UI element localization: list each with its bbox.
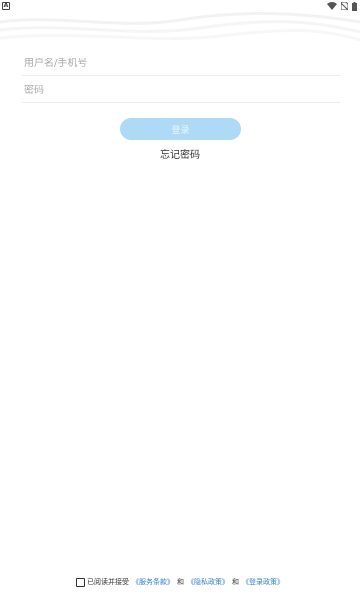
agreement-text: 已阅读并接受 <box>87 578 129 586</box>
agreement-row: 已阅读并接受 《服务条款》 和 《隐私政策》 和 《登录政策》 <box>0 577 360 587</box>
password-field-row <box>22 79 340 103</box>
agreement-and-1: 和 <box>177 578 184 586</box>
agreement-checkbox[interactable] <box>76 577 85 587</box>
login-button[interactable]: 登录 <box>120 118 241 140</box>
login-policy-link[interactable]: 《登录政策》 <box>242 577 284 587</box>
forgot-password-link[interactable]: 忘记密码 <box>0 146 360 161</box>
no-sim-icon <box>341 2 348 10</box>
privacy-policy-link[interactable]: 《隐私政策》 <box>187 577 229 587</box>
login-form <box>22 52 340 103</box>
username-input[interactable] <box>22 58 340 69</box>
agreement-and-2: 和 <box>232 578 239 586</box>
username-field-row <box>22 52 340 76</box>
login-screen: A 登录 忘记密码 已阅读 <box>0 0 360 600</box>
wifi-icon <box>327 2 337 10</box>
notification-a-icon: A <box>2 2 10 10</box>
header-wave-decoration <box>0 11 360 42</box>
password-input[interactable] <box>22 85 340 96</box>
service-terms-link[interactable]: 《服务条款》 <box>132 577 174 587</box>
